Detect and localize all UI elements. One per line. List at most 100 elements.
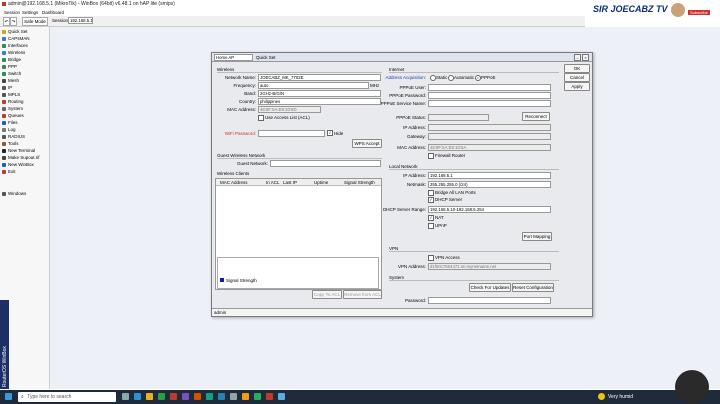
safe-mode-button[interactable]: Safe Mode xyxy=(22,17,48,26)
app-icon-5[interactable] xyxy=(218,393,225,400)
col-in-acl[interactable]: In ACL xyxy=(266,180,280,185)
frequency-select[interactable]: auto xyxy=(258,82,369,89)
app-icon-6[interactable] xyxy=(230,393,237,400)
upnp-checkbox[interactable] xyxy=(428,223,434,229)
netmask-select[interactable]: 255.255.255.0 (/24) xyxy=(428,181,551,188)
local-divider xyxy=(389,169,559,170)
undo-icon[interactable]: ↶ xyxy=(3,17,10,26)
sidebar-item-queues[interactable]: Queues xyxy=(2,112,48,119)
app-icon-9[interactable] xyxy=(278,393,285,400)
sidebar-item-new-winbox[interactable]: New WinBox xyxy=(2,161,48,168)
network-name-field[interactable]: JOECABZ_MK_7702E xyxy=(258,74,381,81)
sidebar-item-routing[interactable]: Routing xyxy=(2,98,48,105)
dialog-titlebar: Home AP Quick Set – × xyxy=(212,53,592,62)
subscribe-badge[interactable]: Subscribe xyxy=(688,10,710,15)
sidebar-item-exit[interactable]: Exit xyxy=(2,168,48,175)
menu-settings[interactable]: Settings xyxy=(22,10,38,15)
upnp-label: UPnP xyxy=(435,223,447,228)
system-password-label: Password: xyxy=(404,298,426,303)
search-icon: ⌕ xyxy=(21,394,24,400)
taskbar-search[interactable]: ⌕ Type here to search xyxy=(18,392,116,402)
edge-icon[interactable] xyxy=(134,393,141,400)
close-icon[interactable]: × xyxy=(582,54,589,61)
app-icon-2[interactable] xyxy=(182,393,189,400)
ppp-icon xyxy=(2,64,6,69)
system-password-field[interactable] xyxy=(428,297,551,304)
hide-password-label: Hide xyxy=(334,131,344,136)
nat-checkbox[interactable]: ✓ xyxy=(428,215,434,221)
explorer-icon[interactable] xyxy=(146,393,153,400)
apply-button[interactable]: Apply xyxy=(564,82,590,91)
reconnect-button[interactable]: Reconnect xyxy=(522,112,550,121)
sidebar-item-interfaces[interactable]: Interfaces xyxy=(2,42,48,49)
tools-icon xyxy=(2,141,6,146)
app-icon-7[interactable] xyxy=(242,393,249,400)
sidebar-item-log[interactable]: Log xyxy=(2,126,48,133)
windows-start-icon[interactable] xyxy=(5,393,12,400)
menu-session[interactable]: Session xyxy=(4,10,20,15)
sidebar-item-bridge[interactable]: Bridge xyxy=(2,56,48,63)
frequency-label: Frequency: xyxy=(233,83,256,88)
sidebar-item-mpls[interactable]: MPLS xyxy=(2,91,48,98)
sidebar-item-switch[interactable]: Switch xyxy=(2,70,48,77)
sidebar-item-new-terminal[interactable]: New Terminal xyxy=(2,147,48,154)
band-select[interactable]: 2GHz-B/G/N xyxy=(258,90,381,97)
firewall-router-checkbox[interactable] xyxy=(428,153,434,159)
check-updates-button[interactable]: Check For Updates xyxy=(469,283,511,292)
bridge-lan-label: Bridge All LAN Ports xyxy=(435,190,476,195)
col-last-ip[interactable]: Last IP xyxy=(283,180,297,185)
minimize-icon[interactable]: – xyxy=(574,54,581,61)
vpn-access-checkbox[interactable] xyxy=(428,255,434,261)
task-view-icon[interactable] xyxy=(122,393,129,400)
pppoe-user-label: PPPoE User: xyxy=(399,85,426,90)
col-uptime[interactable]: Uptime xyxy=(314,180,328,185)
mode-select[interactable]: Home AP xyxy=(214,54,253,61)
pppoe-password-field[interactable] xyxy=(428,92,551,99)
menu-dashboard[interactable]: Dashboard xyxy=(42,10,64,15)
files-icon xyxy=(2,120,6,125)
col-mac-address[interactable]: MAC Address xyxy=(220,180,248,185)
firewall-router-label: Firewall Router xyxy=(435,153,466,158)
wifi-password-field[interactable] xyxy=(258,130,325,137)
winbox-taskbar-icon[interactable] xyxy=(266,393,273,400)
app-icon-4[interactable] xyxy=(206,393,213,400)
app-icon-8[interactable] xyxy=(254,393,261,400)
country-select[interactable]: philippines xyxy=(258,98,381,105)
copy-to-acl-button[interactable]: Copy To ACL xyxy=(312,290,342,299)
pppoe-status-label: PPPoE Status: xyxy=(396,115,426,120)
sidebar-item-ip[interactable]: IP xyxy=(2,84,48,91)
col-signal-strength[interactable]: Signal Strength xyxy=(344,180,375,185)
session-field[interactable]: 192.168.5.1 xyxy=(68,17,93,24)
access-list-checkbox[interactable] xyxy=(258,115,264,121)
sidebar-item-mesh[interactable]: Mesh xyxy=(2,77,48,84)
cancel-button[interactable]: Cancel xyxy=(564,73,590,82)
pppoe-service-select[interactable] xyxy=(428,100,551,107)
sidebar-item-tools[interactable]: Tools xyxy=(2,140,48,147)
sidebar-item-system[interactable]: System xyxy=(2,105,48,112)
redo-icon[interactable]: ↷ xyxy=(10,17,17,26)
sidebar-item-radius[interactable]: RADIUS xyxy=(2,133,48,140)
app-icon-3[interactable] xyxy=(194,393,201,400)
pppoe-user-field[interactable] xyxy=(428,84,551,91)
hide-password-checkbox[interactable]: ✓ xyxy=(327,130,333,136)
sidebar-item-windows[interactable]: Windows xyxy=(2,190,48,197)
sidebar-item-wireless[interactable]: Wireless xyxy=(2,49,48,56)
sidebar-item-make-supout[interactable]: Make Supout.rif xyxy=(2,154,48,161)
bridge-lan-checkbox[interactable] xyxy=(428,190,434,196)
gateway-field xyxy=(428,133,551,140)
dialog-title: Quick Set xyxy=(256,54,276,60)
chrome-icon[interactable] xyxy=(158,393,165,400)
sidebar-item-files[interactable]: Files xyxy=(2,119,48,126)
dhcp-server-checkbox[interactable]: ✓ xyxy=(428,197,434,203)
local-ip-field[interactable]: 192.168.5.1 xyxy=(428,172,551,179)
guest-network-select[interactable] xyxy=(270,160,381,167)
windows-taskbar: ⌕ Type here to search Very humid xyxy=(0,370,720,404)
app-icon-1[interactable] xyxy=(170,393,177,400)
sidebar-item-ppp[interactable]: PPP xyxy=(2,63,48,70)
dhcp-range-field[interactable]: 192.168.5.10-192.168.5.254 xyxy=(428,206,551,213)
reset-configuration-button[interactable]: Reset Configuration xyxy=(512,283,554,292)
port-mapping-button[interactable]: Port Mapping xyxy=(522,232,552,241)
ok-button[interactable]: OK xyxy=(564,64,590,73)
sidebar-item-capsman[interactable]: CAPsMAN xyxy=(2,35,48,42)
sidebar-item-quick-set[interactable]: Quick Set xyxy=(2,28,48,35)
